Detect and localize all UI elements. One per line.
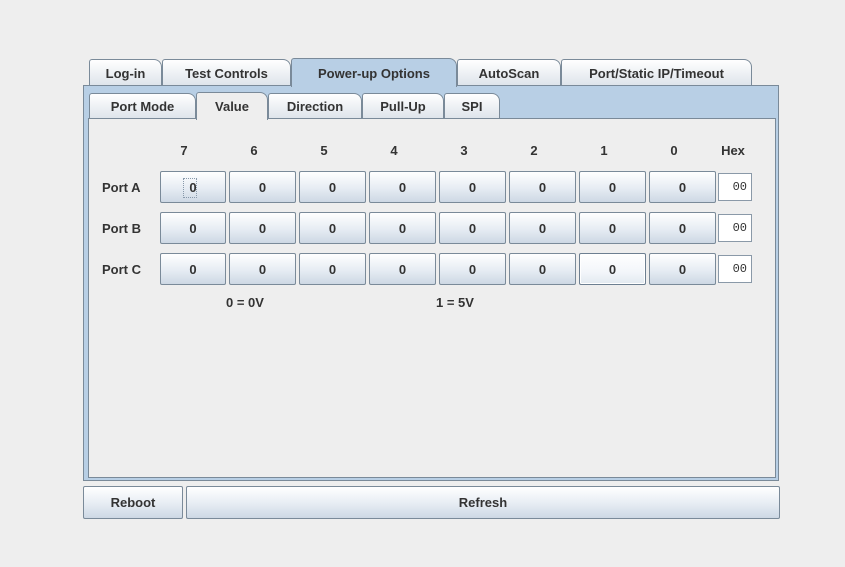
port-c-bit-7-button[interactable]: 0 <box>160 253 226 285</box>
port-c-bit-5-button[interactable]: 0 <box>299 253 366 285</box>
column-header-7: 7 <box>180 142 188 158</box>
tab-test-controls[interactable]: Test Controls <box>162 59 291 86</box>
column-header-5: 5 <box>320 142 328 158</box>
port-a-bit-5-button[interactable]: 0 <box>299 171 366 203</box>
tab-port-mode[interactable]: Port Mode <box>89 93 196 119</box>
port-a-bit-7-button[interactable]: 0 <box>160 171 226 203</box>
tab-direction[interactable]: Direction <box>268 93 362 119</box>
port-a-bit-2-button[interactable]: 0 <box>509 171 576 203</box>
port-a-bit-1-button[interactable]: 0 <box>579 171 646 203</box>
port-b-bit-5-button[interactable]: 0 <box>299 212 366 244</box>
tab-autoscan[interactable]: AutoScan <box>457 59 561 86</box>
tab-pull-up[interactable]: Pull-Up <box>362 93 444 119</box>
row-label-port-a: Port A <box>102 179 141 195</box>
port-b-bit-6-button[interactable]: 0 <box>229 212 296 244</box>
tab-port-static-ip-timeout[interactable]: Port/Static IP/Timeout <box>561 59 752 86</box>
port-a-bit-3-button[interactable]: 0 <box>439 171 506 203</box>
column-header-2: 2 <box>530 142 538 158</box>
tab-value[interactable]: Value <box>196 92 268 120</box>
port-a-bit-0-button[interactable]: 0 <box>649 171 716 203</box>
port-c-bit-1-button[interactable]: 0 <box>579 253 646 285</box>
refresh-button[interactable]: Refresh <box>186 486 780 519</box>
tab-spi[interactable]: SPI <box>444 93 500 119</box>
row-label-port-b: Port B <box>102 220 141 236</box>
port-b-bit-0-button[interactable]: 0 <box>649 212 716 244</box>
tab-power-up-options[interactable]: Power-up Options <box>291 58 457 87</box>
column-header-3: 3 <box>460 142 468 158</box>
legend-low-voltage: 0 = 0V <box>226 294 264 310</box>
legend-high-voltage: 1 = 5V <box>436 294 474 310</box>
port-b-bit-4-button[interactable]: 0 <box>369 212 436 244</box>
port-c-hex-field[interactable]: 00 <box>718 255 752 283</box>
column-header-6: 6 <box>250 142 258 158</box>
port-c-bit-0-button[interactable]: 0 <box>649 253 716 285</box>
port-c-bit-6-button[interactable]: 0 <box>229 253 296 285</box>
port-b-bit-1-button[interactable]: 0 <box>579 212 646 244</box>
port-a-hex-field[interactable]: 00 <box>718 173 752 201</box>
column-header-4: 4 <box>390 142 398 158</box>
port-a-bit-6-button[interactable]: 0 <box>229 171 296 203</box>
port-b-hex-field[interactable]: 00 <box>718 214 752 242</box>
reboot-button[interactable]: Reboot <box>83 486 183 519</box>
port-c-bit-4-button[interactable]: 0 <box>369 253 436 285</box>
column-header-0: 0 <box>670 142 678 158</box>
port-c-bit-3-button[interactable]: 0 <box>439 253 506 285</box>
port-a-bit-4-button[interactable]: 0 <box>369 171 436 203</box>
port-b-bit-7-button[interactable]: 0 <box>160 212 226 244</box>
port-b-bit-2-button[interactable]: 0 <box>509 212 576 244</box>
row-label-port-c: Port C <box>102 261 141 277</box>
column-header-hex: Hex <box>721 142 745 158</box>
port-c-bit-2-button[interactable]: 0 <box>509 253 576 285</box>
port-b-bit-3-button[interactable]: 0 <box>439 212 506 244</box>
tab-log-in[interactable]: Log-in <box>89 59 162 86</box>
column-header-1: 1 <box>600 142 608 158</box>
